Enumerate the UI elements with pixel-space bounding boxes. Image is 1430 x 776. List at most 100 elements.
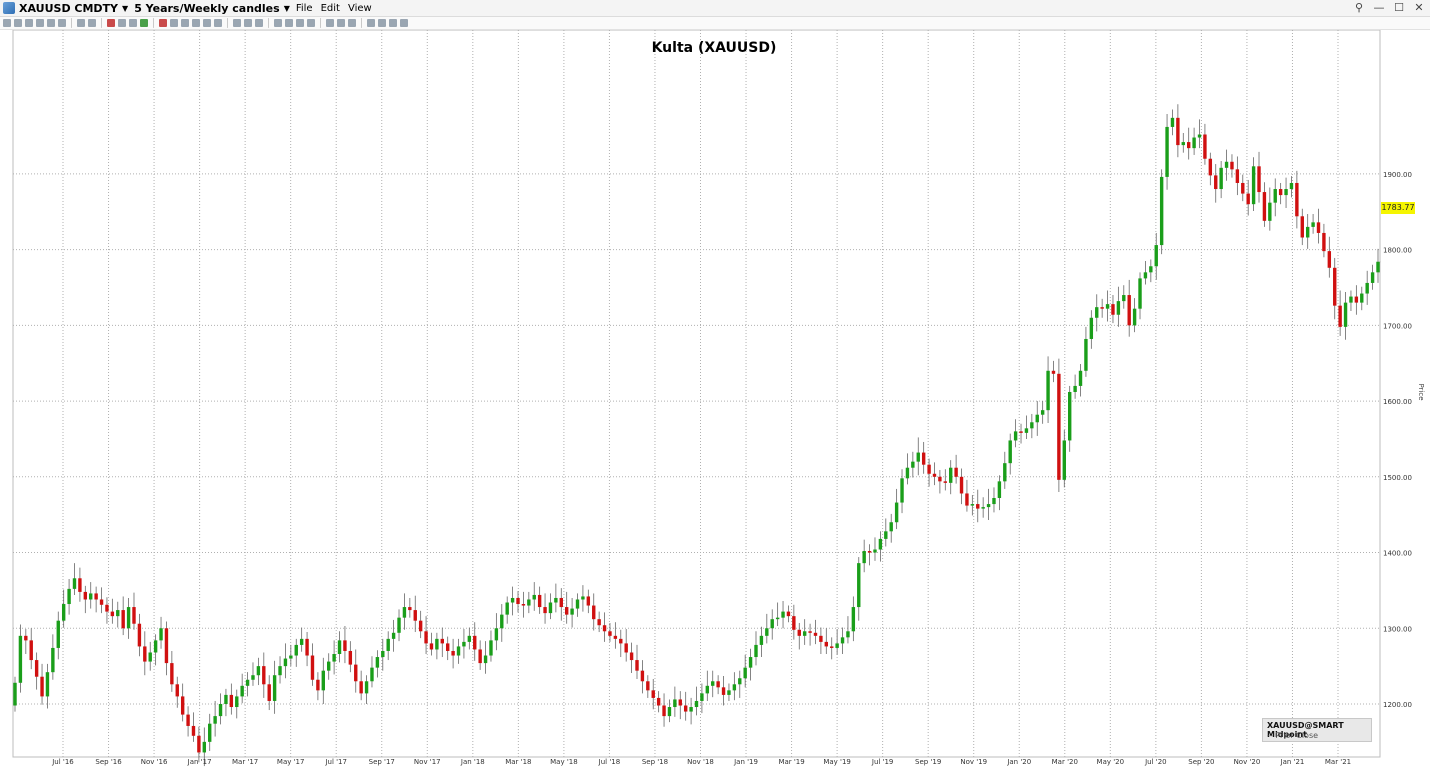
candle-body — [1289, 182, 1294, 190]
x-tick-label: Jul '18 — [598, 758, 621, 766]
x-tick-label: Jul '17 — [324, 758, 347, 766]
toolbar-tool-icon[interactable] — [47, 19, 55, 27]
candle-body — [451, 650, 455, 656]
candle-body — [689, 707, 693, 712]
toolbar-tool-icon[interactable] — [14, 19, 22, 27]
y-tick-label: 1500.00 — [1383, 474, 1412, 482]
minimize-icon[interactable]: — — [1372, 1, 1386, 14]
maximize-icon[interactable]: ☐ — [1392, 1, 1406, 14]
window-titlebar: XAUUSD CMDTY ▼ 5 Years/Weekly candles ▼ … — [0, 0, 1430, 17]
menu-view[interactable]: View — [348, 3, 372, 14]
toolbar-tool-icon[interactable] — [118, 19, 126, 27]
toolbar-tool-icon[interactable] — [77, 19, 85, 27]
candle-body — [289, 655, 293, 659]
candle-body — [1316, 222, 1321, 233]
candle-body — [51, 647, 55, 673]
candle-body — [521, 604, 526, 606]
candle-body — [754, 644, 758, 658]
toolbar-tool-icon[interactable] — [192, 19, 200, 27]
toolbar-tool-icon[interactable] — [25, 19, 33, 27]
toolbar-tool-icon[interactable] — [129, 19, 137, 27]
candle-body — [83, 591, 88, 600]
timeframe-dropdown-icon[interactable]: ▼ — [284, 4, 290, 13]
toolbar-tool-icon[interactable] — [378, 19, 386, 27]
toolbar-tool-icon[interactable] — [307, 19, 315, 27]
candle-body — [1165, 126, 1169, 177]
candlestick-chart[interactable]: 1200.00 1300.00 1400.00 1500.00 1600.00 1700.… — [0, 29, 1430, 772]
candle-body — [1284, 189, 1288, 196]
candle-body — [1019, 431, 1023, 433]
toolbar-tool-icon[interactable] — [58, 19, 66, 27]
menu-edit[interactable]: Edit — [321, 3, 340, 14]
candle-body — [548, 602, 553, 614]
timeframe-selector[interactable]: 5 Years/Weekly candles — [134, 2, 280, 15]
toolbar-tool-icon[interactable] — [159, 19, 167, 27]
candle-body — [126, 607, 131, 629]
toolbar-separator — [227, 18, 228, 28]
candle-body — [375, 657, 380, 668]
candle-body — [619, 638, 623, 644]
candle-body — [970, 504, 975, 506]
candle-body — [867, 551, 872, 553]
x-tick-label: Jan '19 — [733, 758, 758, 766]
toolbar-tool-icon[interactable] — [337, 19, 345, 27]
x-tick-label: Mar '19 — [778, 758, 804, 766]
candle-body — [494, 628, 499, 641]
candle-body — [1327, 251, 1332, 268]
toolbar-tool-icon[interactable] — [367, 19, 375, 27]
close-icon[interactable]: ✕ — [1412, 1, 1426, 14]
candle-body — [105, 604, 109, 612]
x-tick-label: Jan '20 — [1006, 758, 1031, 766]
x-tick-label: Nov '20 — [1234, 758, 1261, 766]
candle-body — [516, 597, 520, 605]
candle-body — [635, 660, 639, 671]
toolbar-tool-icon[interactable] — [107, 19, 115, 27]
toolbar-tool-icon[interactable] — [296, 19, 304, 27]
toolbar-tool-icon[interactable] — [285, 19, 293, 27]
candle-body — [559, 597, 563, 608]
candle-body — [564, 607, 569, 615]
x-tick-label: Mar '20 — [1052, 758, 1078, 766]
toolbar-tool-icon[interactable] — [326, 19, 334, 27]
candle-body — [159, 628, 163, 641]
candle-body — [884, 531, 888, 539]
toolbar-tool-icon[interactable] — [400, 19, 408, 27]
candle-body — [597, 619, 601, 626]
candle-body — [99, 599, 104, 605]
candle-body — [267, 684, 271, 701]
symbol-selector[interactable]: XAUUSD CMDTY — [19, 2, 118, 15]
toolbar-tool-icon[interactable] — [255, 19, 263, 27]
link-icon[interactable]: ⚲ — [1352, 1, 1366, 14]
candle-body — [981, 507, 985, 509]
toolbar-tool-icon[interactable] — [36, 19, 44, 27]
candle-body — [1214, 175, 1218, 190]
chart-legend[interactable]: XAUUSD@SMART Midpoint -- Prior Close — [1262, 718, 1372, 742]
candle-body — [72, 578, 77, 589]
symbol-dropdown-icon[interactable]: ▼ — [122, 4, 128, 13]
x-tick-label: Jan '21 — [1280, 758, 1305, 766]
toolbar-tool-icon[interactable] — [244, 19, 252, 27]
candle-body — [1040, 410, 1045, 415]
y-tick-label: 1600.00 — [1383, 398, 1412, 406]
candle-body — [976, 504, 980, 509]
candle-body — [1176, 117, 1180, 146]
toolbar-tool-icon[interactable] — [203, 19, 211, 27]
toolbar-tool-icon[interactable] — [233, 19, 241, 27]
candle-body — [873, 549, 877, 553]
toolbar-tool-icon[interactable] — [274, 19, 282, 27]
candle-body — [435, 638, 439, 650]
candle-body — [110, 611, 115, 617]
candle-body — [802, 631, 807, 636]
candle-body — [949, 467, 953, 483]
candle-body — [429, 643, 434, 650]
toolbar-tool-icon[interactable] — [348, 19, 356, 27]
toolbar-tool-icon[interactable] — [3, 19, 11, 27]
toolbar-tool-icon[interactable] — [181, 19, 189, 27]
toolbar-tool-icon[interactable] — [88, 19, 96, 27]
toolbar-tool-icon[interactable] — [140, 19, 148, 27]
toolbar-tool-icon[interactable] — [170, 19, 178, 27]
menu-file[interactable]: File — [296, 3, 313, 14]
toolbar-tool-icon[interactable] — [214, 19, 222, 27]
toolbar-tool-icon[interactable] — [389, 19, 397, 27]
candle-body — [748, 657, 753, 668]
